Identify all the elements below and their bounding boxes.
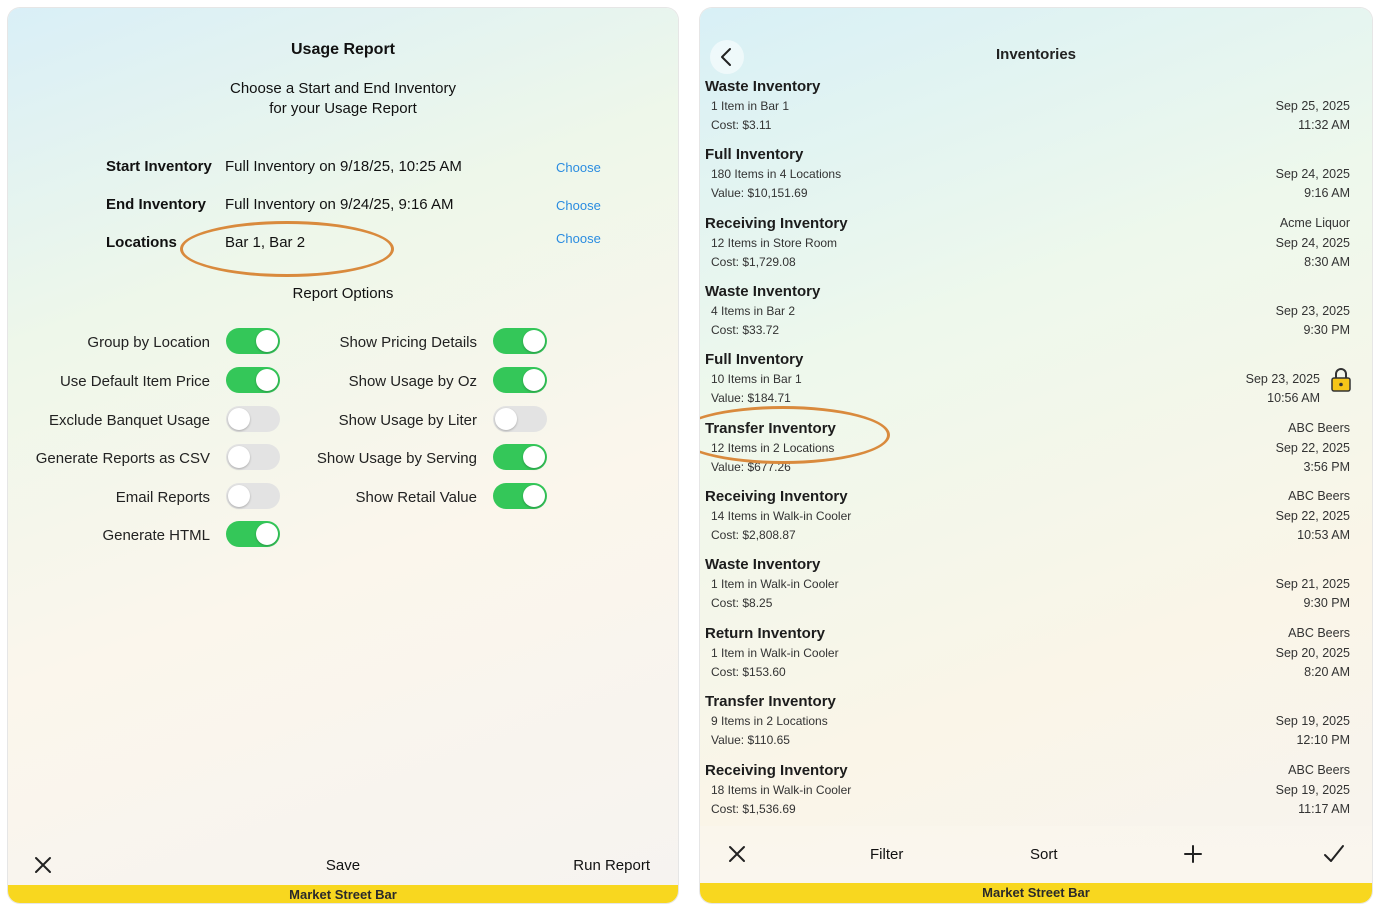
choose-end-inventory-button[interactable]: Choose <box>556 198 601 213</box>
exclude-banquet-usage-label: Exclude Banquet Usage <box>49 412 210 429</box>
venue-footer: Market Street Bar <box>8 885 678 903</box>
inventories-panel: Inventories Waste Inventory 1 Item in Ba… <box>700 8 1372 903</box>
show-usage-liter-toggle[interactable] <box>493 406 547 432</box>
subtitle-line-2: for your Usage Report <box>269 100 417 117</box>
end-inventory-label: End Inventory <box>106 196 207 213</box>
inventory-row[interactable]: Waste Inventory 4 Items in Bar 2 Cost: $… <box>705 283 1360 351</box>
inventory-row[interactable]: Waste Inventory 1 Item in Bar 1 Cost: $3… <box>705 78 1360 146</box>
inventory-row[interactable]: Receiving Inventory 18 Items in Walk-in … <box>705 762 1360 830</box>
locations-label: Locations <box>106 234 177 251</box>
inventory-row[interactable]: Return Inventory 1 Item in Walk-in Coole… <box>705 625 1360 693</box>
show-usage-oz-toggle[interactable] <box>493 367 547 393</box>
filter-button[interactable]: Filter <box>870 846 903 863</box>
start-inventory-value: Full Inventory on 9/18/25, 10:25 AM <box>225 158 462 175</box>
checkmark-icon[interactable] <box>1322 843 1346 865</box>
exclude-banquet-usage-toggle[interactable] <box>226 406 280 432</box>
show-usage-liter-label: Show Usage by Liter <box>338 412 477 429</box>
run-report-button[interactable]: Run Report <box>573 857 650 874</box>
show-retail-value-toggle[interactable] <box>493 483 547 509</box>
subtitle-line-1: Choose a Start and End Inventory <box>230 80 456 97</box>
locations-highlight-ellipse <box>180 221 394 277</box>
group-by-location-label: Group by Location <box>87 334 210 351</box>
plus-icon[interactable] <box>1182 843 1204 865</box>
show-usage-serving-label: Show Usage by Serving <box>316 450 477 467</box>
report-options-heading: Report Options <box>292 285 394 302</box>
generate-reports-csv-label: Generate Reports as CSV <box>35 450 210 467</box>
use-default-item-price-toggle[interactable] <box>226 367 280 393</box>
choose-start-inventory-button[interactable]: Choose <box>556 160 601 175</box>
venue-footer: Market Street Bar <box>700 883 1372 903</box>
show-usage-serving-toggle[interactable] <box>493 444 547 470</box>
inventories-title: Inventories <box>995 46 1077 63</box>
end-inventory-value: Full Inventory on 9/24/25, 9:16 AM <box>225 196 454 213</box>
inventory-row[interactable]: Full Inventory 180 Items in 4 Locations … <box>705 146 1360 214</box>
inventory-row[interactable]: Receiving Inventory 14 Items in Walk-in … <box>705 488 1360 556</box>
start-inventory-label: Start Inventory <box>106 158 212 175</box>
use-default-item-price-label: Use Default Item Price <box>59 373 210 390</box>
generate-html-label: Generate HTML <box>102 527 210 544</box>
close-icon[interactable] <box>726 843 748 865</box>
generate-html-toggle[interactable] <box>226 521 280 547</box>
inventory-row[interactable]: Transfer Inventory 9 Items in 2 Location… <box>705 693 1360 761</box>
choose-locations-button[interactable]: Choose <box>556 231 601 246</box>
generate-reports-csv-toggle[interactable] <box>226 444 280 470</box>
show-pricing-details-toggle[interactable] <box>493 328 547 354</box>
sort-button[interactable]: Sort <box>1030 846 1058 863</box>
show-pricing-details-label: Show Pricing Details <box>339 334 477 351</box>
show-usage-oz-label: Show Usage by Oz <box>348 373 477 390</box>
usage-report-title: Usage Report <box>290 41 396 58</box>
lock-icon <box>1330 367 1352 393</box>
usage-report-panel: Usage Report Choose a Start and End Inve… <box>8 8 678 903</box>
show-retail-value-label: Show Retail Value <box>355 489 477 506</box>
group-by-location-toggle[interactable] <box>226 328 280 354</box>
email-reports-label: Email Reports <box>115 489 210 506</box>
email-reports-toggle[interactable] <box>226 483 280 509</box>
inventory-row[interactable]: Waste Inventory 1 Item in Walk-in Cooler… <box>705 556 1360 624</box>
inventory-row[interactable]: Receiving Inventory 12 Items in Store Ro… <box>705 215 1360 283</box>
